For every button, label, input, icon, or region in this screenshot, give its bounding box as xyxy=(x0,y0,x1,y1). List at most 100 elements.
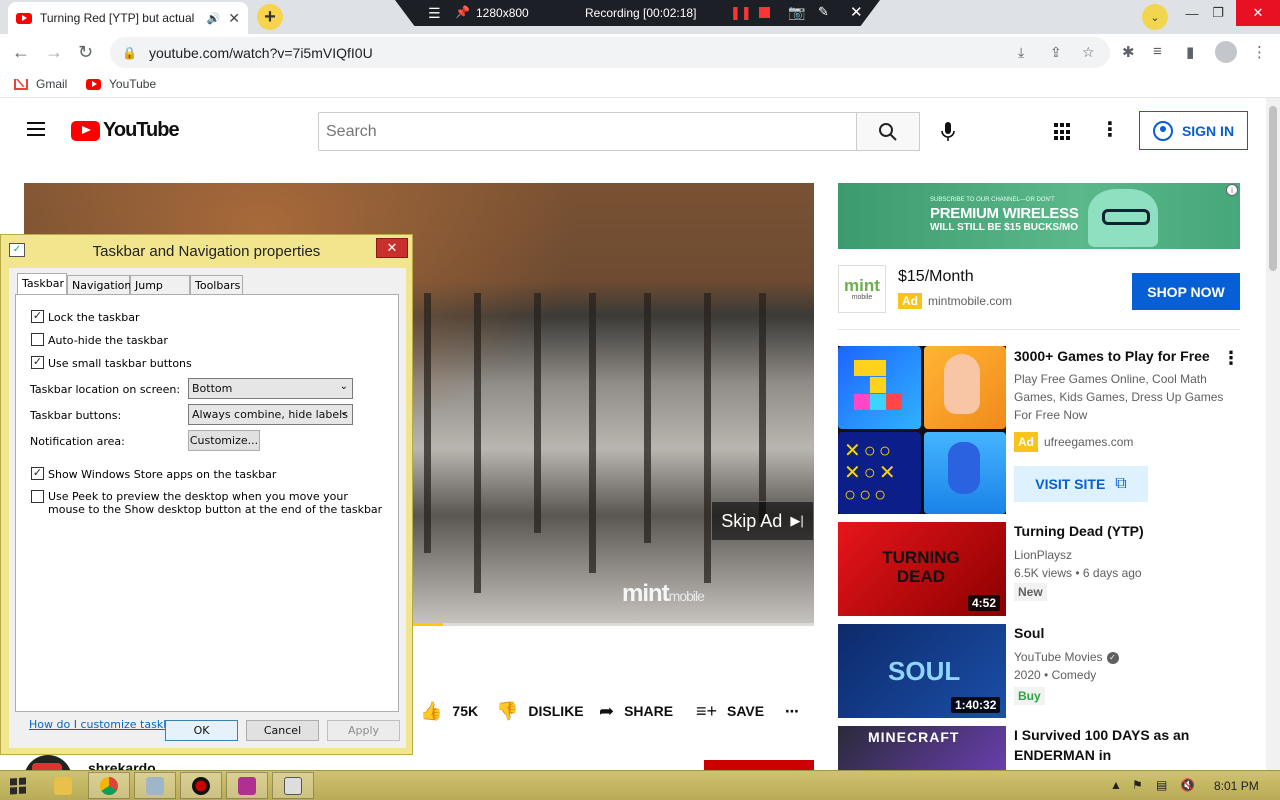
recorder-pin-icon[interactable]: 📌 xyxy=(455,5,470,19)
video-title[interactable]: Soul xyxy=(1014,623,1214,643)
scrollbar-thumb[interactable] xyxy=(1269,106,1277,271)
small-buttons-label: Use small taskbar buttons xyxy=(48,357,192,370)
bookmark-gmail[interactable]: Gmail xyxy=(14,77,67,91)
video-channel-row: YouTube Movies ✓ xyxy=(1014,648,1224,666)
like-count: 75K xyxy=(452,703,479,719)
profile-avatar-icon[interactable] xyxy=(1215,41,1237,63)
ad-banner-headline: PREMIUM WIRELESS xyxy=(930,205,1079,222)
peek-checkbox[interactable] xyxy=(31,490,44,503)
games-ad-thumbnail[interactable] xyxy=(838,346,1006,514)
small-buttons-checkbox[interactable]: ✓ xyxy=(31,356,44,369)
save-button[interactable]: ≡+ SAVE xyxy=(696,700,764,722)
apply-button[interactable]: Apply xyxy=(327,720,400,741)
ok-button[interactable]: OK xyxy=(165,720,238,741)
buttons-select[interactable]: Always combine, hide labels ⌄ xyxy=(188,404,353,425)
autohide-checkbox[interactable] xyxy=(31,333,44,346)
dialog-titlebar[interactable]: ✓ Taskbar and Navigation properties xyxy=(1,235,412,267)
recorder-stop-icon[interactable] xyxy=(759,7,770,18)
video-channel[interactable]: LionPlaysz xyxy=(1014,546,1224,564)
share-button[interactable]: ➦ SHARE xyxy=(599,700,673,722)
bookmark-star-icon[interactable]: ☆ xyxy=(1082,44,1095,61)
search-button[interactable] xyxy=(856,112,920,151)
youtube-logo[interactable]: YouTube xyxy=(71,119,180,142)
browser-tab-active[interactable]: Turning Red [YTP] but actual 🔊 ✕ xyxy=(8,2,248,34)
mint-mobile-logo[interactable]: mint mobile xyxy=(838,265,886,313)
install-icon[interactable]: ⤓ xyxy=(1018,44,1024,61)
bookmark-youtube[interactable]: YouTube xyxy=(86,77,156,91)
video-frame-detail xyxy=(589,293,596,573)
forward-icon[interactable]: → xyxy=(45,42,63,63)
visit-site-button[interactable]: VISIT SITE ⧉ xyxy=(1014,466,1148,502)
taskbar-photos[interactable] xyxy=(134,772,176,799)
lock-taskbar-checkbox[interactable]: ✓ xyxy=(31,310,44,323)
ad-badge: Ad xyxy=(898,293,922,309)
games-ad-title[interactable]: 3000+ Games to Play for Free xyxy=(1014,346,1214,366)
sign-in-button[interactable]: SIGN IN xyxy=(1139,111,1248,150)
new-tab-button[interactable]: + xyxy=(257,4,283,30)
close-window-icon[interactable]: ✕ xyxy=(1236,0,1280,26)
more-actions-icon[interactable]: ⋯ xyxy=(785,700,799,722)
side-panel-icon[interactable]: ▮ xyxy=(1186,43,1194,61)
recorder-pause-icon[interactable]: ❚❚ xyxy=(730,5,752,21)
visit-site-label: VISIT SITE xyxy=(1035,476,1106,492)
recorder-pen-icon[interactable]: ✎ xyxy=(818,4,829,20)
taskbar-app-purple[interactable] xyxy=(226,772,268,799)
ad-banner[interactable]: SUBSCRIBE TO OUR CHANNEL—OR DON'T PREMIU… xyxy=(838,183,1240,249)
video-thumbnail-minecraft[interactable] xyxy=(838,726,1006,776)
thumbs-down-icon: 👎 xyxy=(496,700,519,721)
taskbar-properties[interactable] xyxy=(272,772,314,799)
location-select[interactable]: Bottom ⌄ xyxy=(188,378,353,399)
video-title[interactable]: Turning Dead (YTP) xyxy=(1014,521,1214,541)
extensions-puzzle-icon[interactable]: ✱ xyxy=(1122,43,1135,61)
shop-now-button[interactable]: SHOP NOW xyxy=(1132,273,1240,310)
start-windows-icon[interactable] xyxy=(10,777,26,795)
tab-close-icon[interactable]: ✕ xyxy=(228,10,240,27)
dialog-close-button[interactable]: ✕ xyxy=(376,238,408,258)
apps-grid-icon[interactable] xyxy=(1054,123,1072,141)
taskbar-recorder[interactable] xyxy=(180,772,222,799)
recorder-camera-icon[interactable]: 📷 xyxy=(788,4,805,21)
bookmarks-bar: Gmail YouTube xyxy=(0,72,1280,98)
back-icon[interactable]: ← xyxy=(12,42,30,63)
dislike-button[interactable]: 👎 DISLIKE xyxy=(496,700,584,722)
restore-window-icon[interactable]: ❐ xyxy=(1196,0,1240,26)
foot-game-tile xyxy=(923,346,1006,429)
address-bar[interactable]: 🔒 youtube.com/watch?v=7i5mVIQfI0U xyxy=(110,37,1110,68)
skip-ad-button[interactable]: Skip Ad ▶| xyxy=(711,501,814,541)
tab-taskbar[interactable]: Taskbar xyxy=(17,273,67,295)
video-channel[interactable]: YouTube Movies xyxy=(1014,650,1103,664)
tab-navigation[interactable]: Navigation xyxy=(67,275,131,294)
lock-icon[interactable]: 🔒 xyxy=(122,46,137,60)
volume-muted-icon[interactable]: 🔇 xyxy=(1180,778,1195,792)
taskbar-clock[interactable]: 8:01 PM xyxy=(1214,779,1259,793)
page-scrollbar[interactable] xyxy=(1266,98,1280,770)
recorder-close-icon[interactable]: ✕ xyxy=(850,3,863,21)
network-icon[interactable]: ▤ xyxy=(1156,778,1167,792)
tab-toolbars[interactable]: Toolbars xyxy=(190,275,243,294)
show-hidden-icons-icon[interactable]: ▲ xyxy=(1110,778,1122,792)
customize-button[interactable]: Customize... xyxy=(188,430,260,451)
share-page-icon[interactable]: ⇪ xyxy=(1050,44,1062,61)
tab-search-chevron-icon[interactable]: ⌄ xyxy=(1142,4,1168,30)
taskbar-file-explorer[interactable] xyxy=(42,772,84,799)
reload-icon[interactable]: ↻ xyxy=(78,42,93,63)
media-controls-icon[interactable]: ≡ xyxy=(1153,43,1162,60)
store-apps-checkbox[interactable]: ✓ xyxy=(31,467,44,480)
store-apps-label: Show Windows Store apps on the taskbar xyxy=(48,468,277,481)
games-ad-menu-icon[interactable]: ⋮ xyxy=(1222,348,1240,369)
external-link-icon: ⧉ xyxy=(1115,475,1127,492)
taskbar-chrome[interactable] xyxy=(88,772,130,799)
settings-kebab-icon[interactable]: ⋮ xyxy=(1100,117,1120,142)
audio-playing-icon[interactable]: 🔊 xyxy=(207,12,221,25)
search-input[interactable]: Search xyxy=(318,112,857,151)
recorder-menu-icon[interactable]: ☰ xyxy=(428,5,441,22)
voice-search-button[interactable] xyxy=(930,114,966,150)
browser-toolbar: ← → ↻ 🔒 youtube.com/watch?v=7i5mVIQfI0U … xyxy=(0,34,1280,72)
hamburger-menu-icon[interactable] xyxy=(27,122,45,136)
browser-menu-icon[interactable]: ⋮ xyxy=(1252,43,1267,61)
ad-info-icon[interactable]: i xyxy=(1226,184,1238,196)
tab-jump-lists[interactable]: Jump Lists xyxy=(130,275,190,305)
cancel-button[interactable]: Cancel xyxy=(246,720,319,741)
action-center-icon[interactable]: ⚑ xyxy=(1132,778,1143,792)
like-button[interactable]: 👍 75K xyxy=(420,700,478,722)
